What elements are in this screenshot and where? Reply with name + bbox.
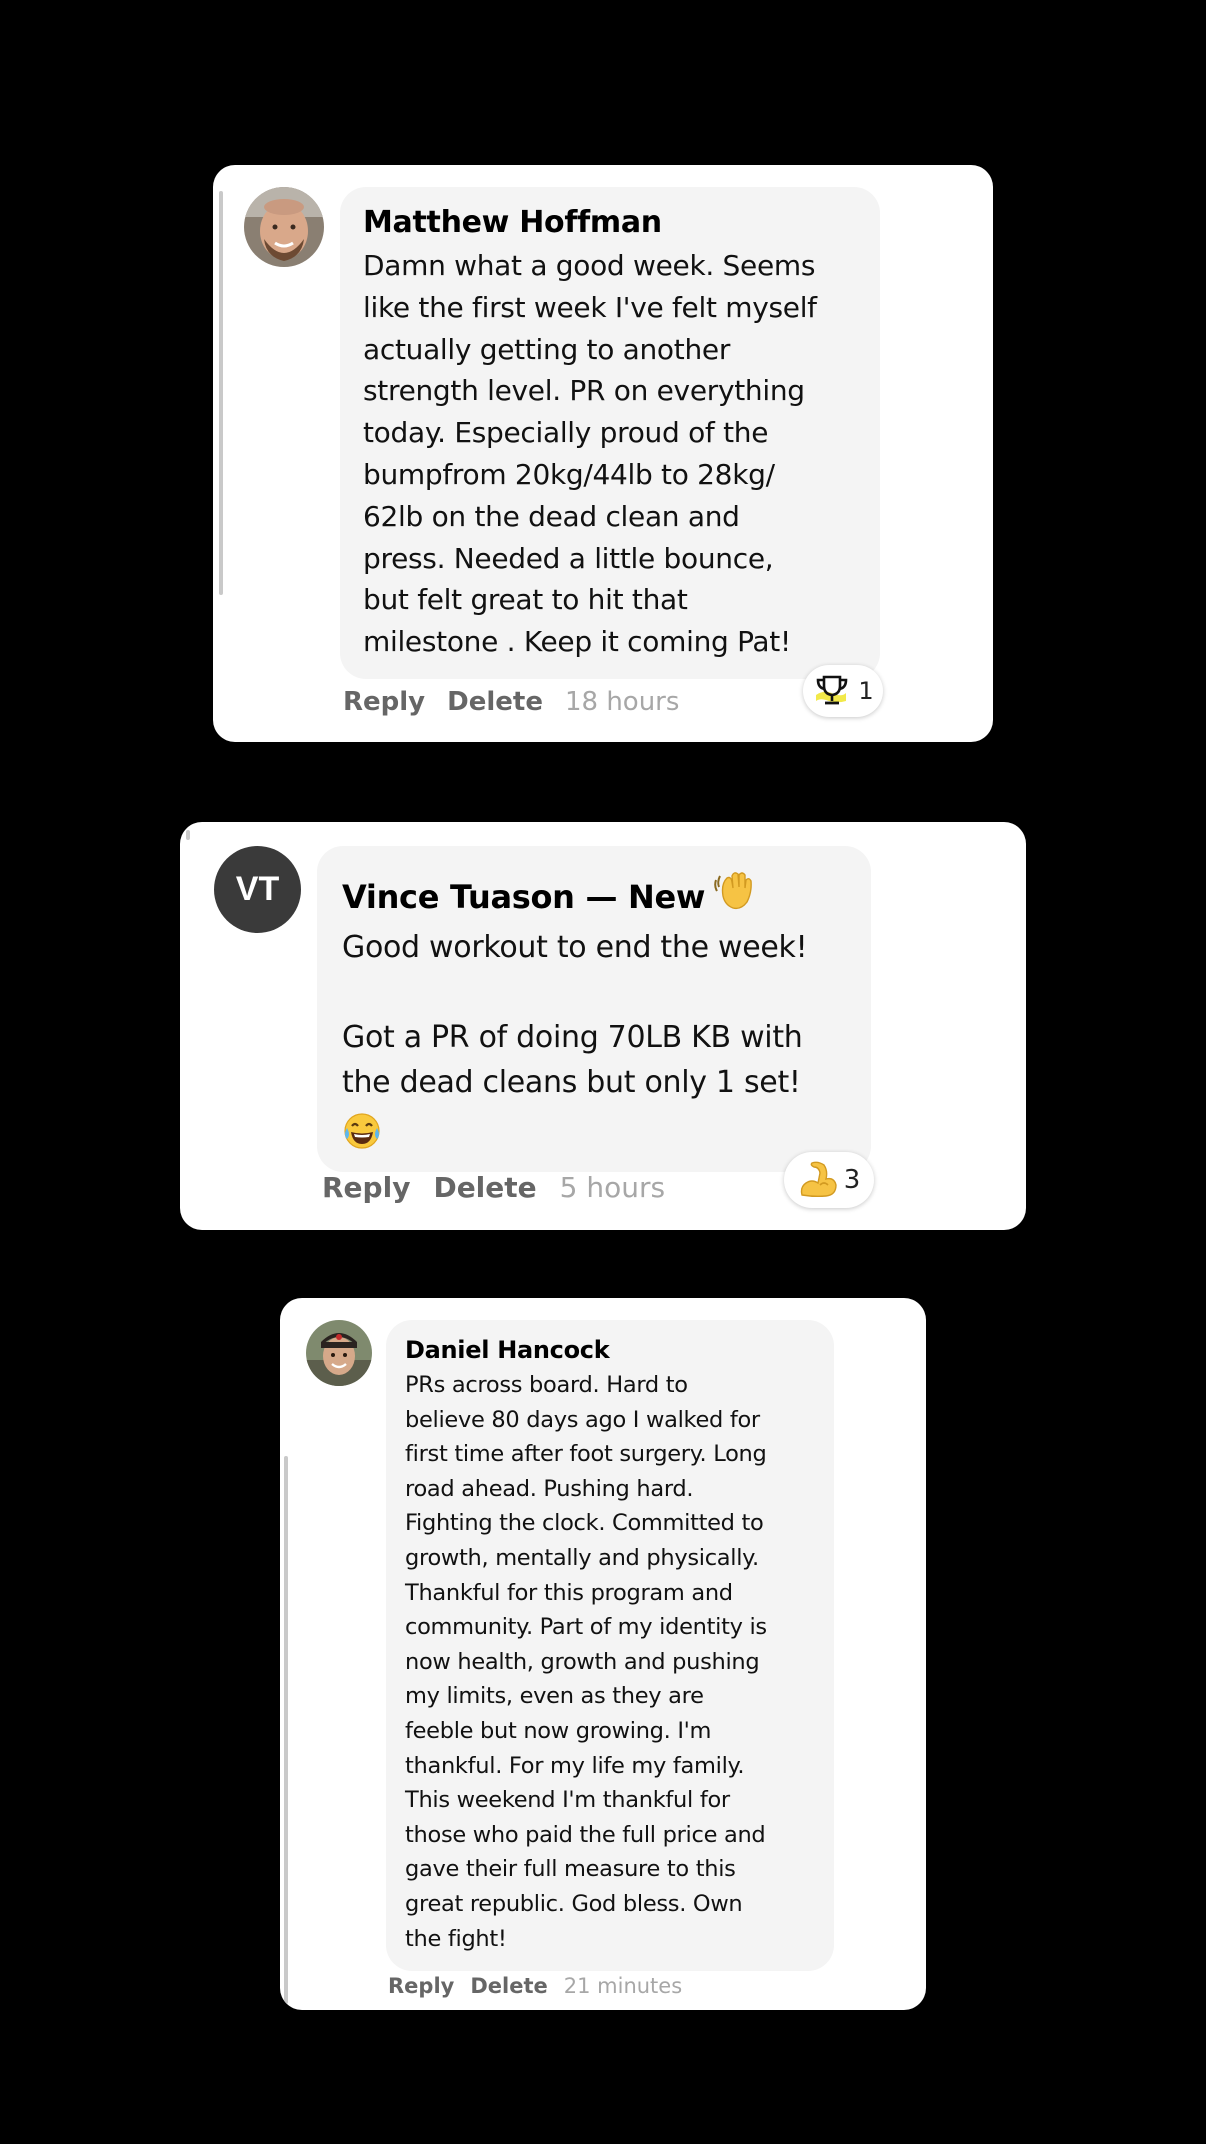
- reply-button[interactable]: Reply: [388, 1971, 454, 2001]
- delete-button[interactable]: Delete: [433, 1169, 536, 1207]
- avatar-photo: [306, 1320, 372, 1386]
- flexed-biceps-icon: [798, 1161, 838, 1199]
- thread-line: [284, 1456, 288, 2004]
- trophy-icon: [812, 673, 852, 709]
- comment-text: PRs across board. Hard to believe 80 day…: [405, 1372, 767, 1952]
- timestamp: 21 minutes: [563, 1974, 683, 1998]
- timestamp: 18 hours: [564, 687, 680, 717]
- avatar[interactable]: VT: [214, 846, 301, 933]
- author-name[interactable]: Daniel Hancock: [405, 1333, 818, 1367]
- reaction-badge[interactable]: 3: [784, 1152, 874, 1208]
- comment-text: Damn what a good week. Seems like the fi…: [363, 249, 817, 659]
- thread-line: [186, 830, 190, 840]
- delete-button[interactable]: Delete: [470, 1971, 547, 2001]
- waving-hand-icon: [713, 870, 757, 923]
- reply-button[interactable]: Reply: [322, 1169, 410, 1207]
- author-name[interactable]: Matthew Hoffman: [363, 203, 856, 243]
- comment-card-daniel: Daniel Hancock PRs across board. Hard to…: [280, 1298, 926, 2010]
- comment-actions: Reply Delete 18 hours: [343, 684, 679, 720]
- reaction-count: 1: [858, 677, 874, 705]
- reply-button[interactable]: Reply: [343, 684, 425, 720]
- thread-line: [219, 191, 223, 595]
- avatar[interactable]: [306, 1320, 372, 1386]
- avatar-photo: [244, 187, 324, 267]
- reaction-count: 3: [843, 1165, 861, 1195]
- timestamp: 5 hours: [559, 1171, 666, 1204]
- comment-card-vince: VT Vince Tuason — New Good workout to en…: [180, 822, 1026, 1230]
- comment-actions: Reply Delete 5 hours: [322, 1169, 665, 1207]
- comment-bubble: Daniel Hancock PRs across board. Hard to…: [386, 1320, 834, 1971]
- avatar-initials: VT: [235, 870, 280, 908]
- comment-actions: Reply Delete 21 minutes: [388, 1971, 682, 2001]
- author-name[interactable]: Vince Tuason — New: [342, 870, 851, 923]
- avatar[interactable]: [244, 187, 324, 267]
- comment-text: Good workout to end the week! Got a PR o…: [342, 930, 808, 1100]
- reaction-badge[interactable]: 1: [803, 665, 883, 717]
- tears-of-joy-icon: [342, 1111, 382, 1151]
- comment-bubble: Vince Tuason — New Good workout to end t…: [317, 846, 871, 1172]
- delete-button[interactable]: Delete: [447, 684, 543, 720]
- comment-bubble: Matthew Hoffman Damn what a good week. S…: [340, 187, 880, 679]
- comment-card-matthew: Matthew Hoffman Damn what a good week. S…: [213, 165, 993, 742]
